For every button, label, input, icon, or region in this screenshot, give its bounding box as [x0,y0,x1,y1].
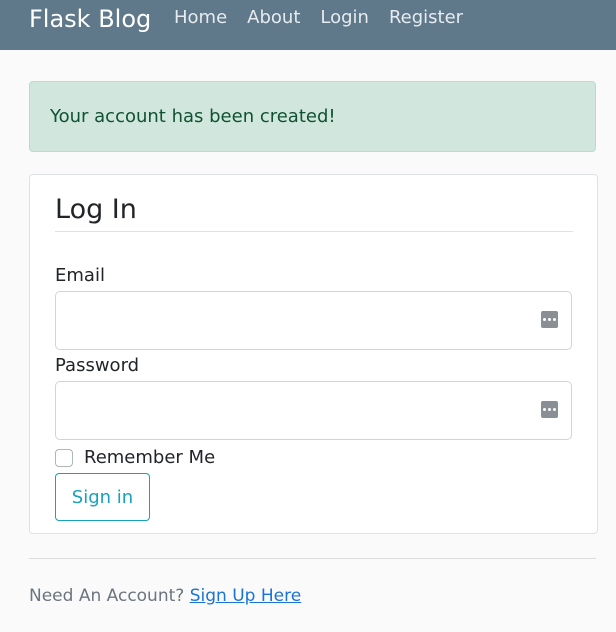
nav-link-home[interactable]: Home [174,6,227,30]
password-field[interactable] [55,381,572,440]
sign-up-link[interactable]: Sign Up Here [190,586,301,606]
email-label: Email [55,265,105,286]
brand-link[interactable]: Flask Blog [29,5,151,33]
alert-message: Your account has been created! [50,106,336,127]
footer-divider [29,558,596,559]
navbar: Flask Blog Home About Login Register [0,0,616,50]
footer-text: Need An Account? Sign Up Here [29,586,301,606]
nav-link-login[interactable]: Login [320,6,369,30]
remember-label[interactable]: Remember Me [84,447,215,468]
email-field[interactable] [55,291,572,350]
form-legend: Log In [55,191,573,232]
remember-row: Remember Me [55,447,215,468]
nav-link-about[interactable]: About [247,6,300,30]
footer-prompt: Need An Account? [29,586,185,606]
password-label: Password [55,355,140,376]
sign-in-button[interactable]: Sign in [55,473,150,521]
success-alert: Your account has been created! [29,81,596,152]
password-manager-icon[interactable] [541,311,558,328]
nav-link-register[interactable]: Register [389,6,463,30]
nav-links: Home About Login Register [174,6,483,30]
password-manager-icon[interactable] [541,401,558,418]
remember-checkbox[interactable] [55,448,73,467]
login-card: Log In Email Password Remember Me Sign i… [29,174,598,534]
